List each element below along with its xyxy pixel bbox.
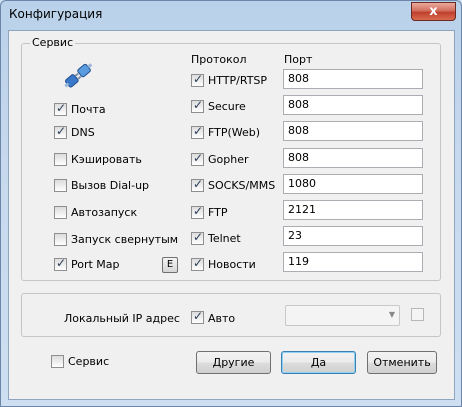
protocol-checkbox-gopher[interactable] [191,151,204,166]
protocol-checkbox-ftpweb[interactable] [191,124,204,139]
autostart-label: Автозапуск [71,206,138,219]
close-icon: x [429,4,438,19]
protocol-label-secure: Secure [208,100,246,113]
dns-label: DNS [71,126,95,139]
port-field-ftp[interactable]: 2121 [283,200,423,220]
protocol-label-telnet: Telnet [208,232,241,245]
mail-checkbox[interactable] [54,101,67,116]
protocol-checkbox-http[interactable] [191,72,204,87]
auto-ip-label: Авто [208,312,236,325]
portmap-edit-button[interactable]: E [162,257,178,273]
dialup-label: Вызов Dial-up [71,179,150,192]
dns-checkbox[interactable] [54,124,67,139]
cache-label: Кэшировать [71,153,142,166]
cancel-button[interactable]: Отменить [367,351,437,374]
dialup-checkbox[interactable] [54,179,67,192]
port-field-secure[interactable]: 808 [283,95,423,115]
protocol-label-ftp: FTP [208,206,228,219]
start-minimized-label: Запуск свернутым [71,233,179,246]
port-field-telnet[interactable]: 23 [283,226,423,246]
port-field-gopher[interactable]: 808 [283,148,423,168]
protocol-label-http: HTTP/RTSP [208,74,268,87]
config-window: Конфигурация x Сервис Почта DNS [0,0,462,407]
local-ip-label: Локальный IP адрес [64,312,180,325]
port-field-news[interactable]: 119 [283,252,423,272]
port-field-http[interactable]: 808 [283,69,423,89]
service-mode-checkbox[interactable] [51,355,64,368]
protocol-checkbox-telnet[interactable] [191,230,204,245]
chevron-down-icon: ▼ [388,310,395,319]
portmap-checkbox[interactable] [54,256,67,271]
port-field-socks[interactable]: 1080 [283,174,423,194]
service-group-legend: Сервис [30,36,76,49]
protocol-label-gopher: Gopher [208,153,249,166]
protocol-checkbox-news[interactable] [191,256,204,271]
other-button[interactable]: Другие [196,351,271,374]
protocol-checkbox-socks[interactable] [191,177,204,192]
cache-checkbox[interactable] [54,153,67,166]
title-bar[interactable]: Конфигурация x [1,1,461,29]
plug-connect-icon [64,63,93,88]
ok-button[interactable]: Да [281,351,356,374]
protocol-column-header: Протокол [191,53,247,66]
protocol-label-news: Новости [208,258,256,271]
protocol-checkbox-secure[interactable] [191,98,204,113]
window-title: Конфигурация [9,7,103,21]
dialog-client: Сервис Почта DNS Кэшировать Вызов Dial-u… [8,30,455,400]
start-minimized-checkbox[interactable] [54,233,67,246]
autostart-checkbox[interactable] [54,206,67,219]
service-mode-label: Сервис [68,355,110,368]
portmap-label: Port Map [71,258,120,271]
port-field-ftpweb[interactable]: 808 [283,121,423,141]
protocol-label-socks: SOCKS/MMS [208,179,276,192]
local-ip-extra-checkbox[interactable] [411,308,424,321]
close-button[interactable]: x [411,2,456,21]
protocol-label-ftpweb: FTP(Web) [208,126,261,139]
protocol-checkbox-ftp[interactable] [191,204,204,219]
port-column-header: Порт [284,53,313,66]
local-ip-combobox[interactable]: ▼ [285,305,400,326]
mail-label: Почта [71,103,106,116]
auto-ip-checkbox[interactable] [191,309,204,324]
